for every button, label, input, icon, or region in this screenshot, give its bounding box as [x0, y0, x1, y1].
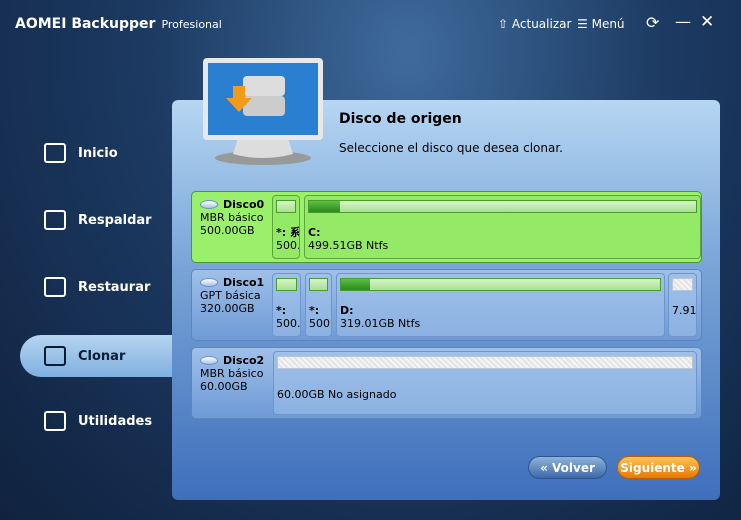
hard-disk-icon	[200, 278, 218, 287]
sidebar-item-inicio[interactable]: Inicio	[20, 132, 172, 174]
disk-type: MBR básico	[200, 211, 264, 224]
partition-label: *: 系	[276, 226, 300, 239]
usage-bar	[276, 278, 297, 291]
partition[interactable]: 60.00GB No asignado	[273, 351, 697, 415]
usage-bar	[672, 278, 693, 291]
disk-info: Disco1 GPT básica 320.00GB	[200, 276, 264, 315]
hard-disk-icon	[200, 200, 218, 209]
usage-bar	[276, 200, 296, 213]
clone-icon	[44, 346, 66, 366]
partition[interactable]: C: 499.51GB Ntfs	[304, 195, 701, 259]
back-button[interactable]: « Volver	[528, 456, 607, 479]
minimize-icon[interactable]: —	[675, 12, 691, 31]
hard-disk-icon	[200, 356, 218, 365]
disk-row[interactable]: Disco0 MBR básico 500.00GB *: 系 500. C: 499.51…	[191, 191, 702, 263]
partition-size: 319.01GB Ntfs	[340, 317, 421, 330]
partition[interactable]: *: 系 500.	[272, 195, 300, 259]
disk-info: Disco2 MBR básico 60.00GB	[200, 354, 264, 393]
partition-size: 500.	[309, 317, 332, 330]
sidebar-item-restaurar[interactable]: Restaurar	[20, 266, 172, 308]
partition-label: *:	[309, 304, 320, 317]
list-icon: ☰	[577, 17, 588, 31]
home-icon	[44, 143, 66, 163]
partition-label: C:	[308, 226, 321, 239]
disk-size: 60.00GB	[200, 380, 248, 393]
disk-info: Disco0 MBR básico 500.00GB	[200, 198, 264, 237]
disk-name: Disco2	[223, 354, 265, 367]
sidebar-item-clonar[interactable]: Clonar	[20, 335, 172, 377]
partition[interactable]: D: 319.01GB Ntfs	[336, 273, 665, 337]
monitor-disk-icon	[203, 58, 323, 165]
upload-arrow-icon: ⇧	[498, 17, 509, 31]
partition-label: D:	[340, 304, 354, 317]
next-button[interactable]: Siguiente »	[617, 456, 700, 479]
disk-size: 320.00GB	[200, 302, 255, 315]
page-subtitle: Seleccione el disco que desea clonar.	[339, 141, 563, 155]
backup-icon	[44, 210, 66, 230]
disk-type: GPT básica	[200, 289, 261, 302]
menu-button[interactable]: ☰ Menú	[577, 17, 625, 31]
close-icon[interactable]: ✕	[700, 12, 714, 32]
disk-row[interactable]: Disco2 MBR básico 60.00GB 60.00GB No asigna…	[191, 347, 702, 419]
usage-bar	[308, 200, 697, 213]
partition-size: 7.91	[672, 304, 697, 317]
partition-size: 499.51GB Ntfs	[308, 239, 389, 252]
partition[interactable]: *: 500.	[272, 273, 301, 337]
partition-size: 500.	[276, 239, 300, 252]
disk-size: 500.00GB	[200, 224, 255, 237]
usage-bar	[277, 356, 693, 369]
usage-bar	[309, 278, 328, 291]
disk-name: Disco1	[223, 276, 265, 289]
disk-row[interactable]: Disco1 GPT básica 320.00GB *: 500. *: 500. D: 31…	[191, 269, 702, 341]
partition-label: *:	[276, 304, 287, 317]
sidebar-item-respaldar[interactable]: Respaldar	[20, 199, 172, 241]
app-window: AOMEI Backupper Profesional ⇧ Actualizar …	[0, 0, 741, 520]
app-title: AOMEI Backupper Profesional	[15, 16, 222, 32]
sidebar-item-utilidades[interactable]: Utilidades	[20, 400, 172, 442]
disk-name: Disco0	[223, 198, 265, 211]
refresh-icon[interactable]: ⟳	[646, 13, 659, 32]
partition[interactable]: 7.91	[668, 273, 697, 337]
partition-size: 60.00GB No asignado	[277, 388, 397, 401]
tools-icon	[44, 411, 66, 431]
disk-type: MBR básico	[200, 367, 264, 380]
restore-icon	[44, 277, 66, 297]
update-button[interactable]: ⇧ Actualizar	[498, 17, 571, 31]
edition-label: Profesional	[161, 18, 222, 31]
partition[interactable]: *: 500.	[305, 273, 332, 337]
page-title: Disco de origen	[339, 111, 462, 127]
usage-bar	[340, 278, 661, 291]
partition-size: 500.	[276, 317, 301, 330]
